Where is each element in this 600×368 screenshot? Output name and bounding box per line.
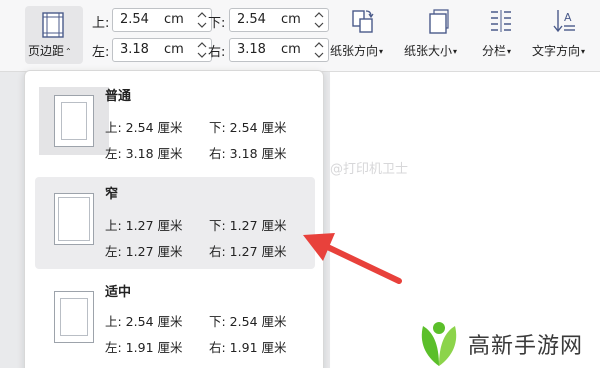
right-margin-label: 右: <box>208 45 226 60</box>
margins-button[interactable]: 页边距⌃ <box>25 6 83 64</box>
bottom-margin-input[interactable]: 2.54 cm <box>229 8 329 32</box>
left-margin-label: 左: <box>92 45 110 60</box>
margins-label: 页边距⌃ <box>28 44 72 58</box>
left-margin-input[interactable]: 3.18 cm <box>112 38 212 62</box>
top-margin-label: 上: <box>92 16 110 31</box>
watermark: @打印机卫士 <box>330 162 409 177</box>
preset-top: 上: 2.54 厘米 <box>105 120 183 135</box>
preset-top: 上: 1.27 厘米 <box>105 218 183 233</box>
svg-text:A: A <box>564 11 572 24</box>
preset-right: 右: 1.91 厘米 <box>209 340 287 355</box>
preset-thumbnail <box>39 185 109 253</box>
preset-top: 上: 2.54 厘米 <box>105 314 183 329</box>
preset-title: 普通 <box>105 89 132 104</box>
preset-left: 左: 1.27 厘米 <box>105 244 183 259</box>
preset-normal[interactable]: 普通 上: 2.54 厘米 下: 2.54 厘米 左: 3.18 厘米 右: 3… <box>35 79 315 171</box>
page-margins-icon <box>41 12 65 42</box>
preset-bottom: 下: 2.54 厘米 <box>209 314 287 329</box>
text-direction-icon: A <box>552 8 578 38</box>
preset-bottom: 下: 1.27 厘米 <box>209 218 287 233</box>
spinner-arrows-icon[interactable] <box>314 11 324 29</box>
columns-icon <box>488 8 514 38</box>
preset-moderate[interactable]: 适中 上: 2.54 厘米 下: 2.54 厘米 左: 1.91 厘米 右: 1… <box>35 275 315 367</box>
spinner-arrows-icon[interactable] <box>197 11 207 29</box>
preset-thumbnail <box>39 283 109 351</box>
page-layout-toolbar: 页边距⌃ 上: 2.54 cm 下: 2.54 cm 左: 3.18 cm 右:… <box>0 0 600 72</box>
orientation-button[interactable]: 纸张方向▾ <box>330 6 392 62</box>
document-page[interactable] <box>330 72 600 368</box>
preset-narrow[interactable]: 窄 上: 1.27 厘米 下: 1.27 厘米 左: 1.27 厘米 右: 1.… <box>35 177 315 269</box>
text-direction-label: 文字方向▾ <box>532 44 586 58</box>
top-margin-input[interactable]: 2.54 cm <box>112 8 212 32</box>
columns-label: 分栏▾ <box>482 44 512 58</box>
annotation-arrow-icon <box>303 233 402 284</box>
columns-button[interactable]: 分栏▾ <box>480 6 524 62</box>
spinner-arrows-icon[interactable] <box>197 41 207 59</box>
preset-bottom: 下: 2.54 厘米 <box>209 120 287 135</box>
text-direction-button[interactable]: A 文字方向▾ <box>530 6 596 62</box>
margins-dropdown: 普通 上: 2.54 厘米 下: 2.54 厘米 左: 3.18 厘米 右: 3… <box>24 70 324 368</box>
spinner-arrows-icon[interactable] <box>314 41 324 59</box>
bottom-margin-label: 下: <box>208 16 226 31</box>
site-logo-text: 高新手游网 <box>468 334 584 359</box>
preset-right: 右: 1.27 厘米 <box>209 244 287 259</box>
paper-size-button[interactable]: 纸张大小▾ <box>404 6 468 62</box>
paper-size-label: 纸张大小▾ <box>404 44 458 58</box>
preset-left: 左: 3.18 厘米 <box>105 146 183 161</box>
preset-left: 左: 1.91 厘米 <box>105 340 183 355</box>
orientation-label: 纸张方向▾ <box>330 44 384 58</box>
paper-size-icon <box>426 8 450 38</box>
preset-thumbnail <box>39 87 109 155</box>
preset-title: 窄 <box>105 187 119 202</box>
orientation-icon <box>350 8 374 38</box>
preset-title: 适中 <box>105 285 132 300</box>
right-margin-input[interactable]: 3.18 cm <box>229 38 329 62</box>
preset-right: 右: 3.18 厘米 <box>209 146 287 161</box>
leaf-logo-icon <box>415 318 463 368</box>
